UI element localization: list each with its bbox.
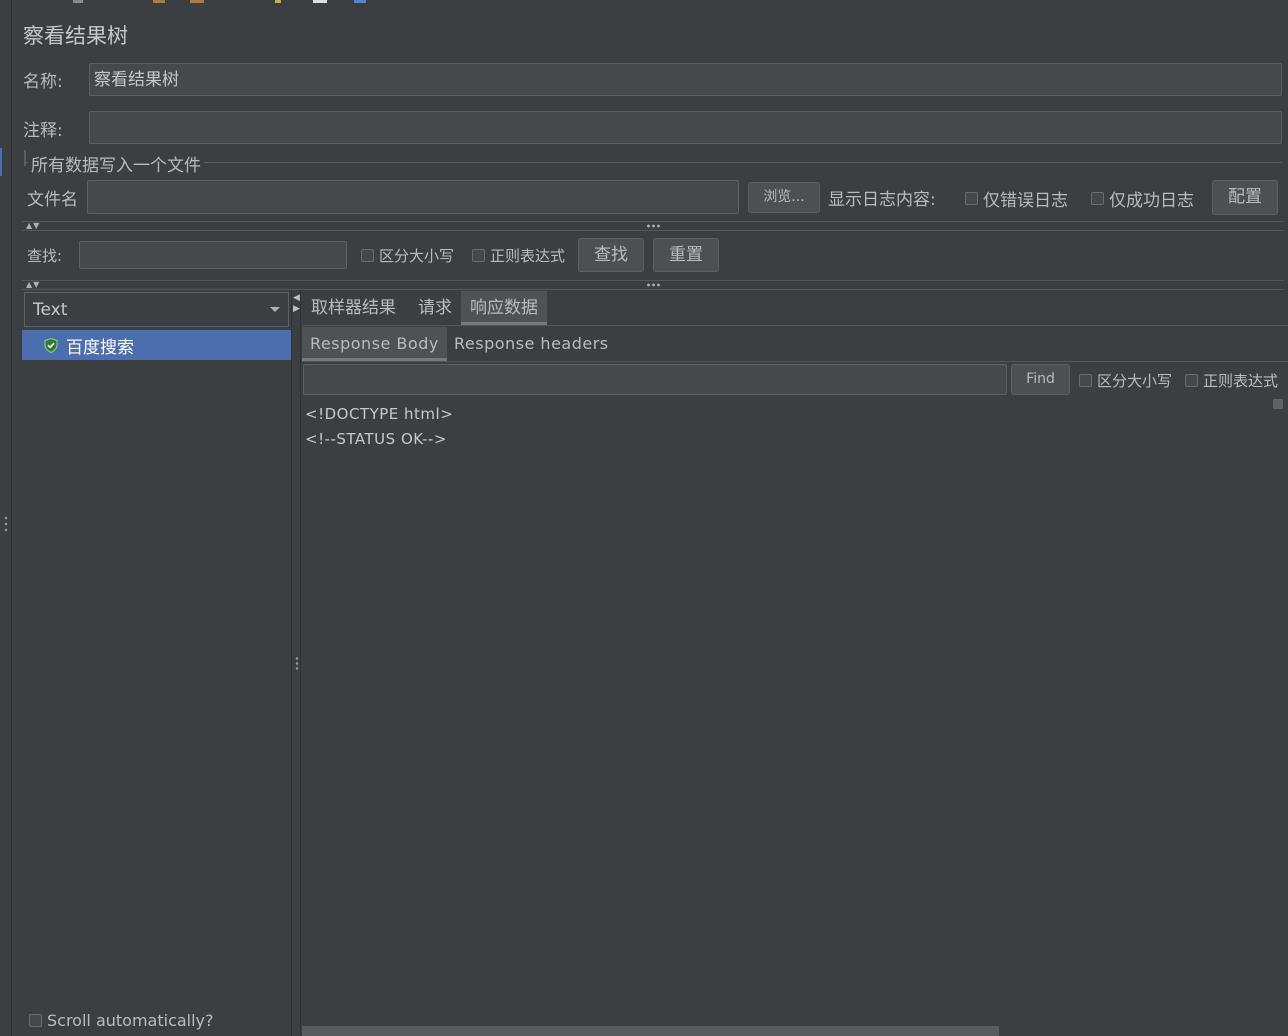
browse-button[interactable]: 浏览... xyxy=(748,182,820,213)
scroll-auto-label: Scroll automatically? xyxy=(47,1011,214,1030)
renderer-selected-value: Text xyxy=(33,299,68,320)
splitter-handle-icon[interactable] xyxy=(646,283,660,287)
log-content-label: 显示日志内容: xyxy=(828,190,936,210)
response-search-input[interactable] xyxy=(303,364,1007,395)
splitter-collapse-icon[interactable]: ▲▼ xyxy=(26,280,40,289)
response-regex-option[interactable]: 正则表达式 xyxy=(1185,370,1278,391)
drag-handle-icon[interactable] xyxy=(4,515,8,533)
vertical-splitter[interactable] xyxy=(291,290,301,1036)
search-find-button[interactable]: 查找 xyxy=(578,238,644,272)
errors-only-label: 仅错误日志 xyxy=(983,191,1068,211)
filename-input[interactable] xyxy=(87,180,739,214)
configure-button[interactable]: 配置 xyxy=(1212,180,1278,215)
search-case-option[interactable]: 区分大小写 xyxy=(361,245,454,266)
scroll-auto-option[interactable]: Scroll automatically? xyxy=(29,1011,214,1030)
splitter-collapse-icon[interactable]: ▲▼ xyxy=(26,221,40,230)
splitter-handle-icon[interactable] xyxy=(646,224,660,228)
search-regex-checkbox[interactable] xyxy=(472,249,485,262)
name-input[interactable]: 察看结果树 xyxy=(89,63,1282,96)
errors-only-checkbox[interactable] xyxy=(965,192,978,205)
search-regex-option[interactable]: 正则表达式 xyxy=(472,245,565,266)
tree-item[interactable]: 百度搜索 xyxy=(22,330,291,360)
response-regex-label: 正则表达式 xyxy=(1203,372,1279,390)
comment-input[interactable] xyxy=(89,111,1282,144)
scroll-auto-checkbox[interactable] xyxy=(29,1014,42,1027)
tab-divider xyxy=(302,325,1288,326)
name-label: 名称: xyxy=(23,72,63,92)
tab-sampler-result[interactable]: 取样器结果 xyxy=(302,291,405,325)
search-input[interactable] xyxy=(79,241,347,269)
search-regex-label: 正则表达式 xyxy=(490,247,566,265)
tab-response-headers[interactable]: Response headers xyxy=(446,327,617,361)
success-only-option[interactable]: 仅成功日志 xyxy=(1091,186,1194,211)
search-case-label: 区分大小写 xyxy=(379,247,455,265)
toolbar-icon[interactable] xyxy=(190,0,204,3)
horizontal-scrollbar[interactable] xyxy=(302,1026,999,1036)
response-regex-checkbox[interactable] xyxy=(1185,374,1198,387)
response-line: <!DOCTYPE html> xyxy=(305,405,454,423)
comment-label: 注释: xyxy=(23,121,63,141)
toolbar-icon[interactable] xyxy=(153,0,165,3)
splitter-arrows-icon[interactable]: ◀ ▶ xyxy=(293,293,300,315)
panel-title: 察看结果树 xyxy=(23,24,128,48)
drag-handle-icon[interactable] xyxy=(295,656,299,672)
section-edge xyxy=(24,150,26,166)
chevron-down-icon xyxy=(270,307,280,312)
success-only-checkbox[interactable] xyxy=(1091,192,1104,205)
toolbar-edge xyxy=(0,0,1288,4)
response-body-area[interactable] xyxy=(302,398,1288,1026)
filename-label: 文件名 xyxy=(27,190,78,210)
response-case-checkbox[interactable] xyxy=(1079,374,1092,387)
splitter-line xyxy=(22,280,1284,281)
renderer-select[interactable]: Text xyxy=(24,292,289,327)
tab-request[interactable]: 请求 xyxy=(409,291,461,325)
toolbar-icon[interactable] xyxy=(354,0,366,3)
scrollbar-corner xyxy=(1273,399,1283,409)
errors-only-option[interactable]: 仅错误日志 xyxy=(965,186,1068,211)
response-case-label: 区分大小写 xyxy=(1097,372,1173,390)
splitter-line xyxy=(22,230,1284,231)
tab-response-data[interactable]: 响应数据 xyxy=(461,291,547,325)
splitter-line xyxy=(22,289,1284,290)
response-body-text[interactable]: <!DOCTYPE html> <!--STATUS OK--> xyxy=(305,402,453,452)
success-only-label: 仅成功日志 xyxy=(1109,191,1194,211)
tree-item-label: 百度搜索 xyxy=(66,337,134,358)
search-reset-button[interactable]: 重置 xyxy=(653,238,719,272)
response-line: <!--STATUS OK--> xyxy=(305,430,447,448)
tab-response-body[interactable]: Response Body xyxy=(302,327,447,361)
left-panel-selection-marker xyxy=(0,148,2,176)
response-find-button[interactable]: Find xyxy=(1011,364,1070,395)
response-case-option[interactable]: 区分大小写 xyxy=(1079,370,1172,391)
results-tree[interactable]: 百度搜索 xyxy=(22,330,291,1036)
toolbar-icon[interactable] xyxy=(275,0,281,3)
file-section-legend: 所有数据写入一个文件 xyxy=(28,151,204,176)
search-label: 查找: xyxy=(27,247,63,265)
search-case-checkbox[interactable] xyxy=(361,249,374,262)
toolbar-icon[interactable] xyxy=(313,0,327,3)
splitter-line xyxy=(22,221,1284,222)
success-shield-icon xyxy=(44,337,58,353)
toolbar-icon[interactable] xyxy=(73,0,83,3)
subtab-divider xyxy=(302,361,1288,362)
